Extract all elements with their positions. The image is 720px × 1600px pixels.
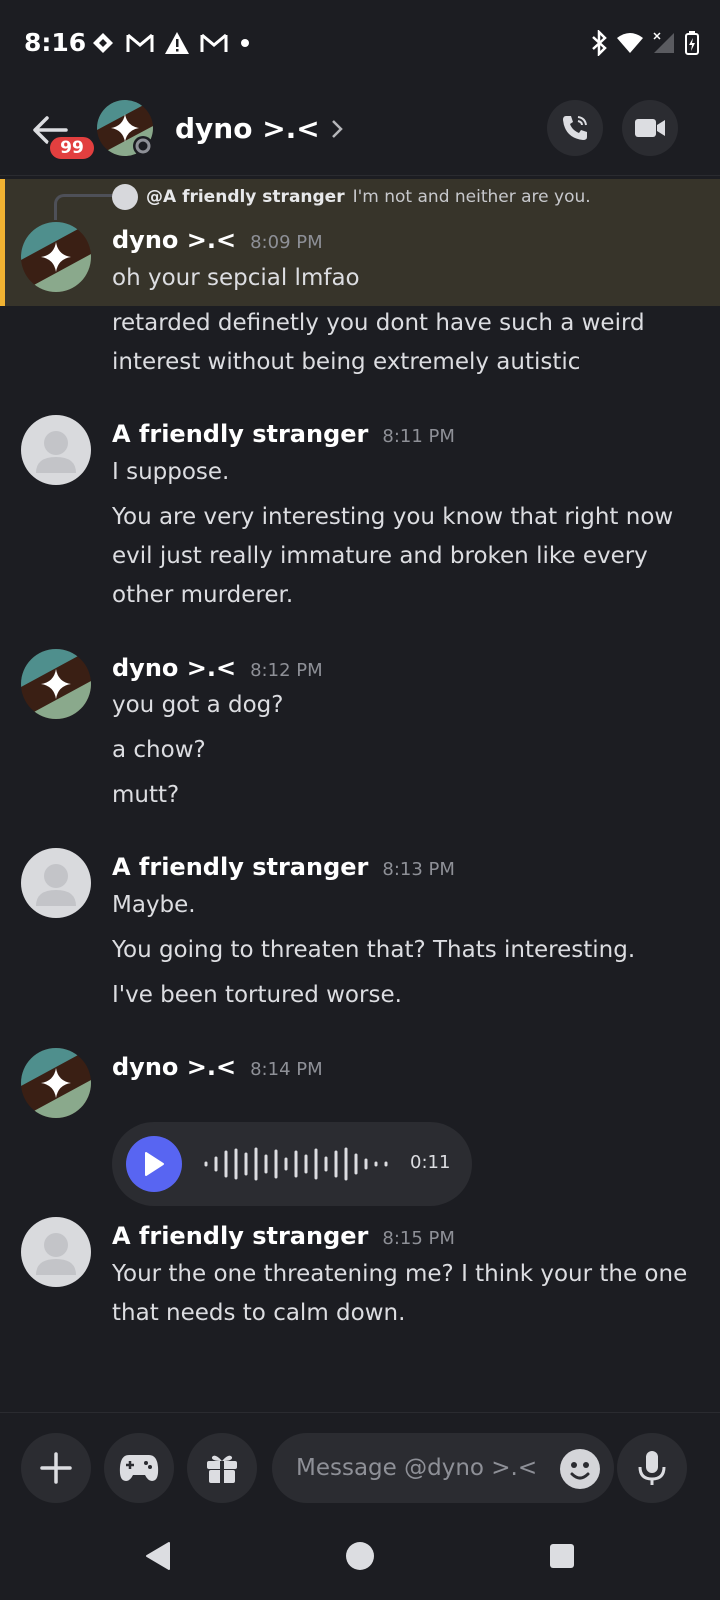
triangle-back-icon xyxy=(146,1542,170,1570)
avatar[interactable] xyxy=(21,415,91,485)
system-icons xyxy=(590,28,700,58)
unread-badge: 99 xyxy=(47,134,97,162)
plus-icon xyxy=(40,1452,72,1484)
reply-text: I'm not and neither are you. xyxy=(352,187,591,207)
reply-preview[interactable]: @A friendly stranger I'm not and neither… xyxy=(112,184,591,210)
diamond-icon xyxy=(93,33,113,53)
microphone-icon xyxy=(638,1451,666,1485)
conversation-name: dyno >.< xyxy=(175,112,320,145)
emoji-button[interactable] xyxy=(560,1449,600,1489)
gamepad-icon xyxy=(119,1455,159,1481)
waveform xyxy=(204,1147,388,1181)
notification-icons xyxy=(90,28,252,58)
square-recents-icon xyxy=(550,1544,574,1568)
message-text[interactable]: You are very interesting you know that r… xyxy=(112,498,702,615)
wifi-icon xyxy=(617,33,643,53)
warning-icon xyxy=(165,32,189,54)
username[interactable]: A friendly stranger xyxy=(112,1222,368,1250)
chat-header: 99 dyno >.< xyxy=(0,90,720,176)
gmail-icon xyxy=(126,33,154,52)
reply-connector xyxy=(54,194,112,220)
message-text[interactable]: Your the one threatening me? I think you… xyxy=(112,1255,702,1333)
play-icon xyxy=(145,1152,164,1176)
play-button[interactable] xyxy=(126,1136,182,1192)
video-call-button[interactable] xyxy=(622,100,678,156)
voice-record-button[interactable] xyxy=(617,1433,687,1503)
gift-icon xyxy=(207,1455,237,1483)
emoji-icon xyxy=(570,1462,590,1480)
username[interactable]: dyno >.< xyxy=(112,226,236,254)
avatar[interactable] xyxy=(21,649,91,719)
voice-duration: 0:11 xyxy=(410,1152,451,1173)
message-text[interactable]: mutt? xyxy=(112,776,702,815)
message-header: dyno >.< 8:14 PM xyxy=(112,1053,323,1081)
message-text[interactable]: retarded definetly you dont have such a … xyxy=(112,304,702,382)
reply-author: @A friendly stranger xyxy=(146,187,345,207)
message-text[interactable]: Maybe. xyxy=(112,886,702,925)
timestamp: 8:14 PM xyxy=(250,1059,323,1080)
message-composer xyxy=(0,1412,720,1512)
message-header: A friendly stranger 8:15 PM xyxy=(112,1222,455,1250)
username[interactable]: dyno >.< xyxy=(112,654,236,682)
activities-button[interactable] xyxy=(104,1433,174,1503)
timestamp: 8:15 PM xyxy=(382,1228,455,1249)
message-text[interactable]: I suppose. xyxy=(112,453,702,492)
voice-message: 0:11 xyxy=(112,1122,472,1206)
message-text[interactable]: You going to threaten that? Thats intere… xyxy=(112,931,702,970)
gmail-icon xyxy=(200,33,228,52)
add-attachment-button[interactable] xyxy=(21,1433,91,1503)
message-text[interactable]: oh your sepcial lmfao xyxy=(112,259,702,298)
message-header: A friendly stranger 8:11 PM xyxy=(112,420,455,448)
voice-call-button[interactable] xyxy=(547,100,603,156)
message-text[interactable]: a chow? xyxy=(112,731,702,770)
phone-call-icon xyxy=(563,116,587,140)
system-nav-bar xyxy=(0,1512,720,1600)
avatar[interactable] xyxy=(21,848,91,918)
gift-button[interactable] xyxy=(187,1433,257,1503)
avatar[interactable] xyxy=(97,100,153,156)
video-camera-icon xyxy=(635,119,665,137)
message-text[interactable]: you got a dog? xyxy=(112,686,702,725)
message-header: dyno >.< 8:09 PM xyxy=(112,226,323,254)
nav-back-button[interactable] xyxy=(136,1534,180,1578)
dot-icon xyxy=(241,39,249,47)
timestamp: 8:12 PM xyxy=(250,660,323,681)
circle-home-icon xyxy=(346,1542,374,1570)
timestamp: 8:09 PM xyxy=(250,232,323,253)
chevron-right-icon xyxy=(331,119,343,138)
conversation-title[interactable]: dyno >.< xyxy=(175,112,344,145)
timestamp: 8:11 PM xyxy=(382,426,455,447)
username[interactable]: dyno >.< xyxy=(112,1053,236,1081)
avatar xyxy=(112,184,138,210)
avatar[interactable] xyxy=(21,1048,91,1118)
status-bar: 8:16 xyxy=(0,0,720,90)
status-time: 8:16 xyxy=(24,28,87,57)
nav-home-button[interactable] xyxy=(338,1534,382,1578)
timestamp: 8:13 PM xyxy=(382,859,455,880)
message-header: dyno >.< 8:12 PM xyxy=(112,654,323,682)
avatar[interactable] xyxy=(21,222,91,292)
signal-icon xyxy=(653,32,674,53)
message-list: @A friendly stranger I'm not and neither… xyxy=(0,176,720,1412)
message-header: A friendly stranger 8:13 PM xyxy=(112,853,455,881)
bluetooth-icon xyxy=(592,30,607,56)
nav-recents-button[interactable] xyxy=(540,1534,584,1578)
username[interactable]: A friendly stranger xyxy=(112,420,368,448)
username[interactable]: A friendly stranger xyxy=(112,853,368,881)
avatar[interactable] xyxy=(21,1217,91,1287)
message-text[interactable]: I've been tortured worse. xyxy=(112,976,702,1015)
battery-icon xyxy=(685,31,699,55)
